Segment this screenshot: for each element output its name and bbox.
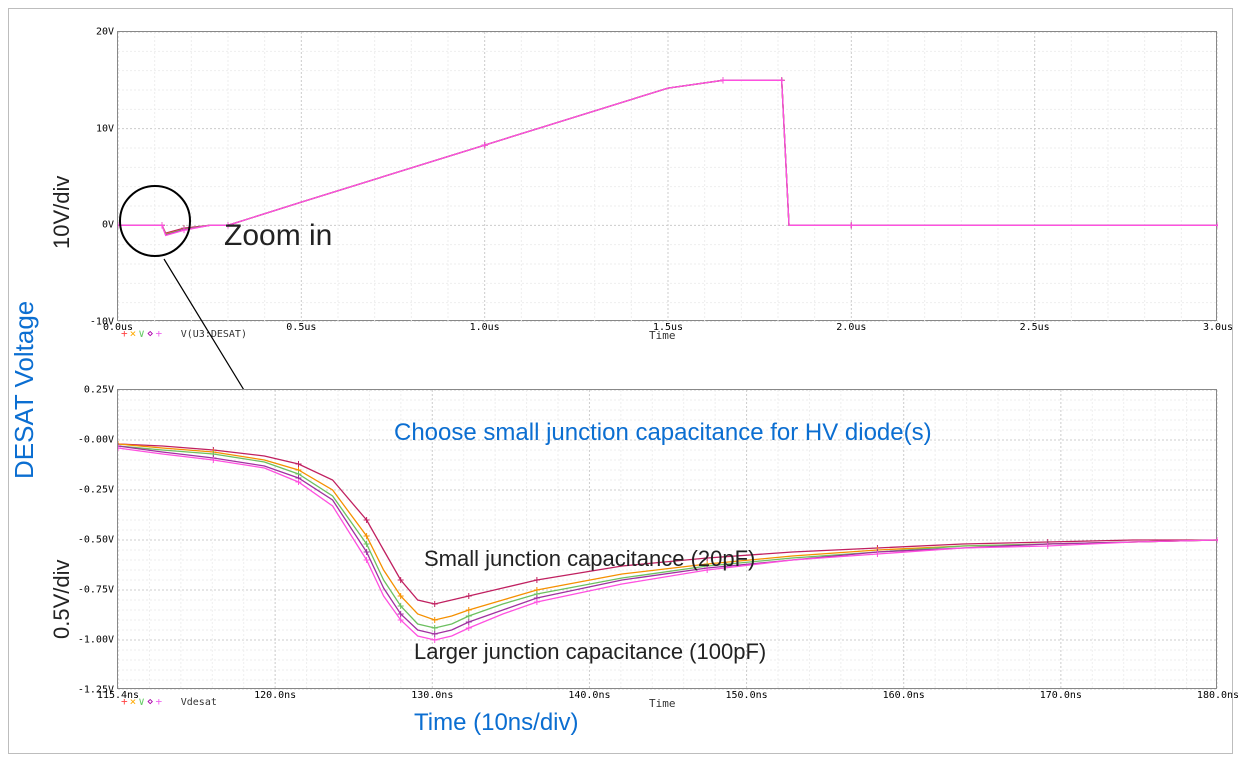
large-cap-label: Larger junction capacitance (100pF) <box>414 639 766 665</box>
ytick-label: -0.75V <box>78 585 114 596</box>
trace-60pF <box>118 446 1218 628</box>
xtick-label: 180.0ns <box>1197 690 1239 701</box>
ytick-label: 0.25V <box>84 385 114 396</box>
lower-legend: +×∨⋄+ Vdesat <box>121 695 217 708</box>
lower-x-title: Time <box>649 697 676 710</box>
ytick-label: -1.00V <box>78 635 114 646</box>
ytick-label: -0.50V <box>78 535 114 546</box>
ytick-label: -0.00V <box>78 435 114 446</box>
lower-legend-text: Vdesat <box>181 697 217 708</box>
xtick-label: 120.0ns <box>254 690 296 701</box>
guidance-note: Choose small junction capacitance for HV… <box>394 419 932 447</box>
figure-container: DESAT Voltage 10V/div 0.5V/div 20V10V0V-… <box>8 8 1233 754</box>
xtick-label: 160.0ns <box>883 690 925 701</box>
xtick-label: 170.0ns <box>1040 690 1082 701</box>
small-cap-label: Small junction capacitance (20pF) <box>424 546 755 572</box>
xtick-label: 130.0ns <box>411 690 453 701</box>
ytick-label: -0.25V <box>78 485 114 496</box>
xtick-label: 150.0ns <box>725 690 767 701</box>
x-axis-title: Time (10ns/div) <box>414 709 578 737</box>
xtick-label: 140.0ns <box>568 690 610 701</box>
